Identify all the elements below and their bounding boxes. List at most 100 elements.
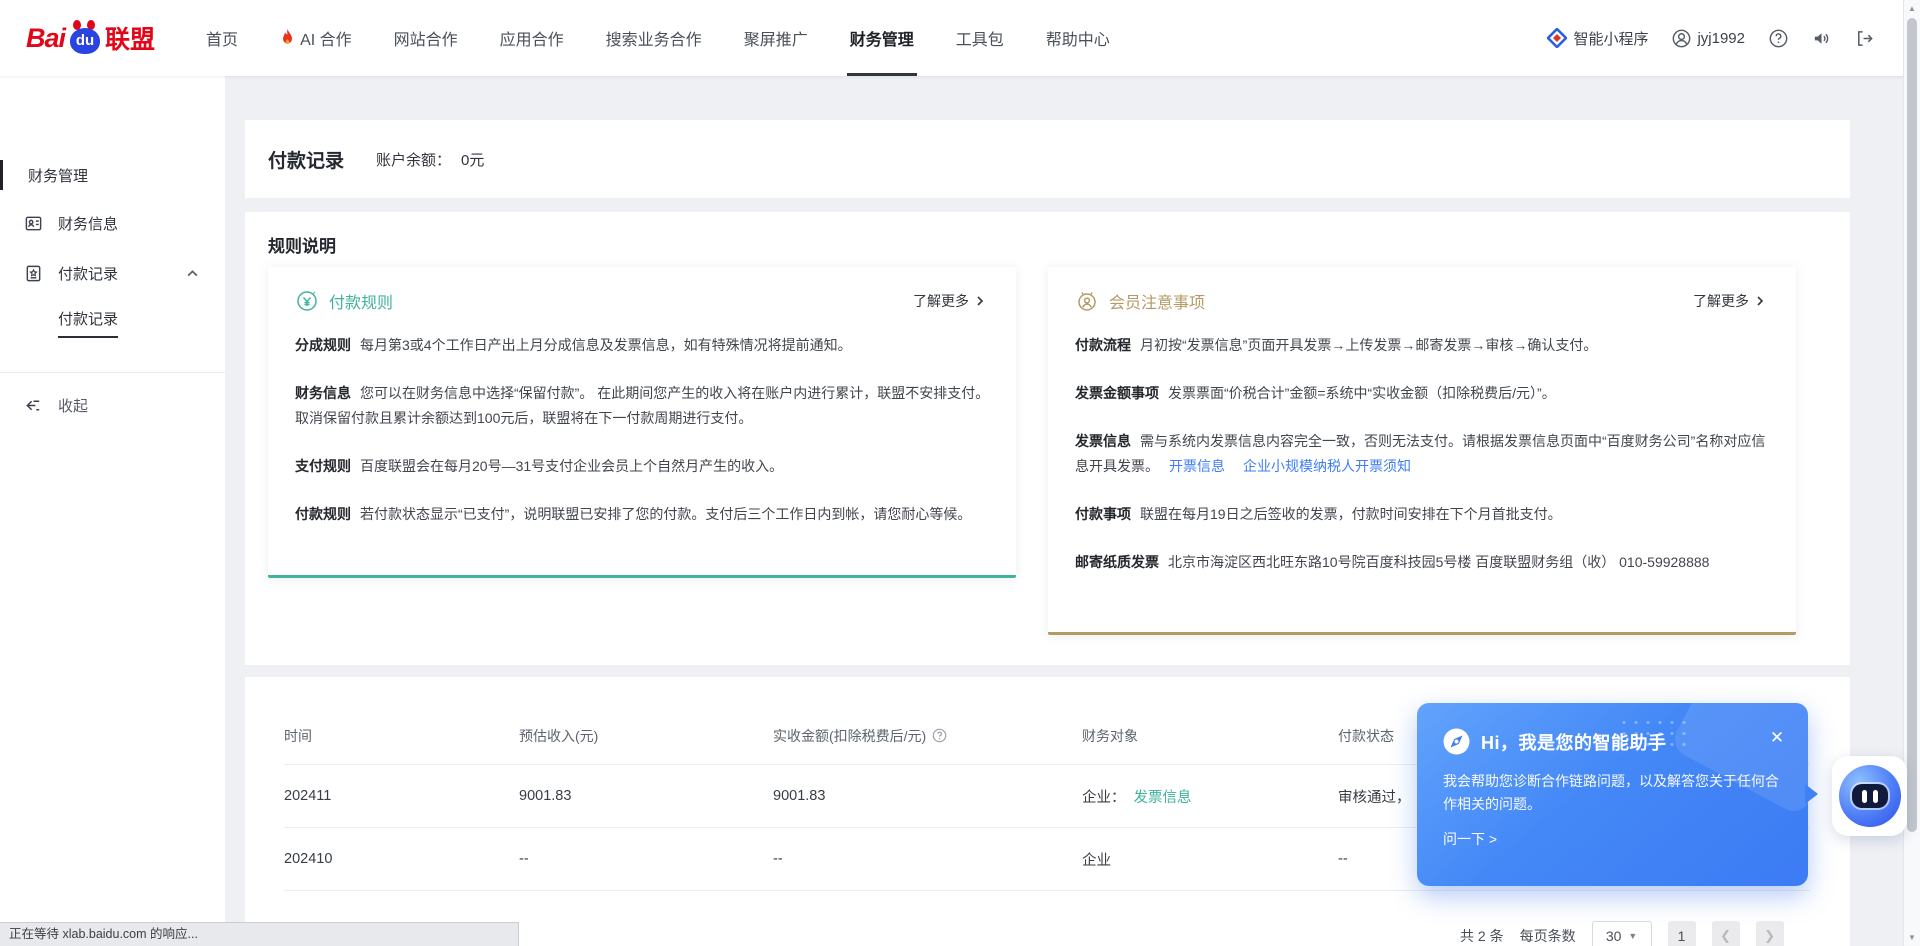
- nav-item-search-coop[interactable]: 搜索业务合作: [585, 0, 723, 76]
- sidebar-subitem-label: 付款记录: [58, 308, 118, 338]
- username-label: jyj1992: [1697, 30, 1745, 47]
- sidebar-item-payment-records[interactable]: 付款记录: [0, 259, 225, 287]
- rule-label: 财务信息: [295, 385, 351, 401]
- per-page-label: 每页条数: [1520, 926, 1576, 946]
- nav-item-toolkit[interactable]: 工具包: [935, 0, 1025, 76]
- sidebar-subitem-payment-records[interactable]: 付款记录: [0, 309, 225, 337]
- rule-text: 您可以在财务信息中选择“保留付款”。 在此期间您产生的收入将在账户内进行累计，联…: [295, 385, 989, 426]
- invoice-info-link[interactable]: 开票信息: [1169, 458, 1225, 474]
- rule-paragraph: 分成规则每月第3或4个工作日产出上月分成信息及发票信息，如有特殊情况将提前通知。: [295, 333, 990, 358]
- assistant-header: Hi，我是您的智能助手 ✕: [1417, 703, 1808, 755]
- page-number-button[interactable]: 1: [1668, 921, 1696, 946]
- chevron-right-icon: ❯: [1764, 928, 1775, 944]
- nav-label: 网站合作: [394, 26, 458, 50]
- cell-finance-object: 企业: [1082, 849, 1338, 870]
- nav-label: 工具包: [956, 26, 1004, 50]
- rule-text: 联盟在每月19日之后签收的发票，付款时间安排在下个月首批支付。: [1140, 506, 1562, 522]
- robot-avatar: [1839, 765, 1901, 827]
- prev-page-button[interactable]: ❮: [1712, 921, 1740, 946]
- nav-label: 首页: [206, 26, 238, 50]
- user-account[interactable]: jyj1992: [1672, 29, 1745, 48]
- status-text: 正在等待 xlab.baidu.com 的响应...: [9, 927, 198, 941]
- caret-down-icon: ▼: [1628, 931, 1637, 941]
- sidebar-collapse-button[interactable]: 收起: [0, 391, 225, 419]
- rules-panel: 规则说明 付款规则 了解更多 分成规则每月第3或4个工作日产出上月分成信息及发票…: [245, 212, 1850, 665]
- next-page-button[interactable]: ❯: [1756, 921, 1784, 946]
- left-sidebar: 财务管理 财务信息 付款记录 付款记录 收起: [0, 76, 225, 946]
- assistant-robot-button[interactable]: [1832, 756, 1907, 836]
- col-estimated-income: 预估收入(元): [519, 726, 773, 746]
- cell-received: 9001.83: [773, 788, 1082, 804]
- scroll-up-arrow[interactable]: ▲: [1904, 4, 1920, 13]
- cell-received: --: [773, 851, 1082, 867]
- pagination-bar: 共 2 条 每页条数 30 ▼ 1 ❮ ❯: [1460, 921, 1784, 946]
- assistant-title: Hi，我是您的智能助手: [1481, 729, 1667, 755]
- rule-label: 付款事项: [1075, 506, 1131, 522]
- balance-label: 账户余额：: [376, 152, 451, 169]
- nav-item-screen-ads[interactable]: 聚屏推广: [723, 0, 829, 76]
- rule-text: 北京市海淀区西北旺东路10号院百度科技园5号楼 百度联盟财务组（收） 010-5…: [1168, 554, 1709, 570]
- scrollbar-thumb[interactable]: [1907, 18, 1917, 832]
- compass-icon: [1443, 728, 1470, 755]
- logo-text-du: du: [70, 32, 100, 49]
- flame-icon: [280, 29, 295, 47]
- rule-label: 发票信息: [1075, 433, 1131, 449]
- col-received-amount: 实收金额(扣除税费后/元): [773, 726, 1082, 746]
- nav-item-finance[interactable]: 财务管理: [829, 0, 935, 76]
- per-page-select[interactable]: 30 ▼: [1592, 921, 1652, 946]
- chevron-left-icon: ❮: [1720, 928, 1731, 944]
- col-time: 时间: [284, 726, 519, 746]
- scroll-down-arrow[interactable]: ▼: [1904, 933, 1920, 942]
- cell-finance-object: 企业：发票信息: [1082, 786, 1338, 807]
- miniapp-diamond-icon: [1547, 28, 1567, 48]
- nav-item-home[interactable]: 首页: [185, 0, 259, 76]
- collapse-label: 收起: [58, 395, 88, 416]
- rule-paragraph: 付款流程月初按“发票信息”页面开具发票→上传发票→邮寄发票→审核→确认支付。: [1075, 333, 1770, 358]
- member-icon: [1075, 289, 1099, 313]
- assistant-popup: Hi，我是您的智能助手 ✕ 我会帮助您诊断合作链路问题，以及解答您关于任何合作相…: [1417, 703, 1808, 886]
- sidebar-item-finance-info[interactable]: 财务信息: [0, 209, 225, 237]
- learn-more-link[interactable]: 了解更多: [1693, 291, 1766, 311]
- chevron-up-icon: [186, 267, 199, 280]
- sound-button[interactable]: [1812, 29, 1831, 48]
- help-button[interactable]: [1769, 29, 1788, 48]
- page-title: 付款记录: [268, 146, 344, 173]
- user-icon: [1672, 29, 1691, 48]
- nav-item-help-center[interactable]: 帮助中心: [1025, 0, 1131, 76]
- small-taxpayer-guide-link[interactable]: 企业小规模纳税人开票须知: [1243, 458, 1411, 474]
- rule-text: 百度联盟会在每月20号—31号支付企业会员上个自然月产生的收入。: [360, 458, 783, 474]
- header-right-tools: 智能小程序 jyj1992: [1547, 28, 1874, 49]
- invoice-info-cell-link[interactable]: 发票信息: [1134, 790, 1192, 806]
- ask-now-link[interactable]: 问一下 >: [1417, 816, 1808, 849]
- rule-text: 月初按“发票信息”页面开具发票→上传发票→邮寄发票→审核→确认支付。: [1140, 337, 1597, 353]
- rule-paragraph: 邮寄纸质发票北京市海淀区西北旺东路10号院百度科技园5号楼 百度联盟财务组（收）…: [1075, 550, 1770, 575]
- chevron-right-icon: [1754, 295, 1766, 307]
- nav-label: 应用合作: [500, 26, 564, 50]
- main-nav: 首页 AI 合作 网站合作 应用合作 搜索业务合作 聚屏推广 财务管理 工具包 …: [185, 0, 1131, 76]
- logout-button[interactable]: [1855, 29, 1874, 48]
- per-page-value: 30: [1606, 928, 1622, 944]
- close-icon[interactable]: ✕: [1768, 729, 1786, 747]
- cell-time: 202410: [284, 851, 519, 867]
- sidebar-section-finance[interactable]: 财务管理: [0, 161, 225, 189]
- learn-more-link[interactable]: 了解更多: [913, 291, 986, 311]
- robot-eye: [1862, 790, 1867, 803]
- total-count: 共 2 条: [1460, 926, 1504, 946]
- rule-label: 支付规则: [295, 458, 351, 474]
- card-title: 付款规则: [329, 289, 393, 313]
- rules-heading: 规则说明: [268, 232, 336, 257]
- collapse-icon: [24, 396, 43, 415]
- miniapp-entry[interactable]: 智能小程序: [1547, 28, 1648, 49]
- cell-estimated: 9001.83: [519, 788, 773, 804]
- baidu-union-logo[interactable]: Bai du 联盟: [26, 20, 155, 56]
- rule-label: 付款规则: [295, 506, 351, 522]
- nav-item-app-coop[interactable]: 应用合作: [479, 0, 585, 76]
- nav-item-website-coop[interactable]: 网站合作: [373, 0, 479, 76]
- balance-value: 0元: [461, 152, 484, 169]
- sidebar-divider: [0, 372, 225, 373]
- card-body: 付款流程月初按“发票信息”页面开具发票→上传发票→邮寄发票→审核→确认支付。 发…: [1048, 313, 1796, 575]
- help-circle-icon[interactable]: [932, 728, 947, 743]
- nav-item-ai-coop[interactable]: AI 合作: [259, 0, 373, 76]
- card-body: 分成规则每月第3或4个工作日产出上月分成信息及发票信息，如有特殊情况将提前通知。…: [268, 313, 1016, 527]
- logo-text-bai: Bai: [26, 23, 65, 54]
